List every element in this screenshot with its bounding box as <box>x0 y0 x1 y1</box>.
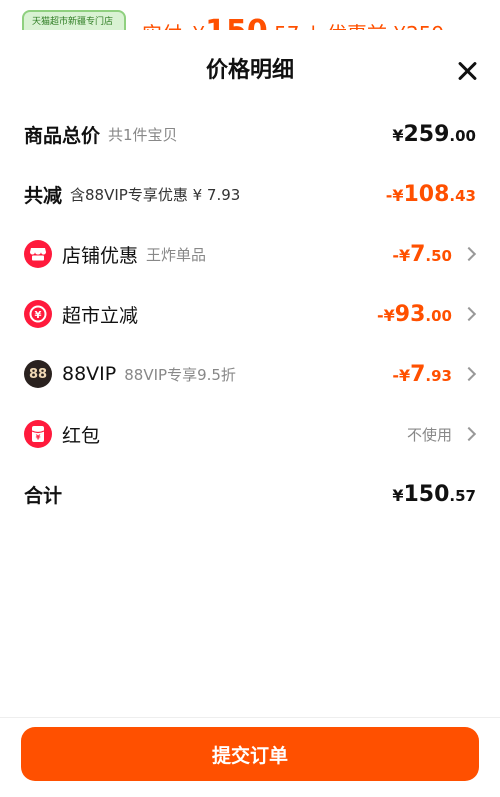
row-88vip[interactable]: 88 88VIP 88VIP专享9.5折 - ¥7.93 <box>24 354 478 394</box>
price-int: 7 <box>410 361 426 387</box>
row-total-goods: 商品总价 共1件宝贝 ¥259.00 <box>24 114 478 154</box>
store-discount-price: - ¥7.50 <box>392 242 452 267</box>
chevron-right-icon <box>461 426 477 442</box>
currency-symbol: ¥ <box>398 245 411 265</box>
price-int: 259 <box>403 121 450 147</box>
minus-sign: - <box>385 185 393 205</box>
submit-order-button[interactable]: 提交订单 <box>21 727 479 781</box>
store-icon <box>24 240 52 268</box>
vip-label: 88VIP <box>62 363 117 385</box>
price-int: 7 <box>410 241 426 267</box>
chevron-right-icon <box>461 246 477 262</box>
row-supermarket-discount[interactable]: ¥ 超市立减 - ¥93.00 <box>24 294 478 334</box>
row-store-discount[interactable]: 店铺优惠 王炸单品 - ¥7.50 <box>24 234 478 274</box>
price-dec: .50 <box>425 246 452 265</box>
supermarket-discount-label: 超市立减 <box>62 304 139 327</box>
svg-text:¥: ¥ <box>35 310 42 321</box>
red-packet-label: 红包 <box>62 424 101 447</box>
price-dec: .00 <box>449 126 476 145</box>
vip-note: 88VIP专享9.5折 <box>124 365 236 384</box>
sheet-title: 价格明细 <box>205 58 294 83</box>
red-packet-icon: ¥ <box>24 420 52 448</box>
currency-symbol: ¥ <box>398 365 411 385</box>
vip-88-icon: 88 <box>24 360 52 388</box>
store-discount-label: 店铺优惠 <box>62 244 139 267</box>
supermarket-icon: ¥ <box>24 300 52 328</box>
footer-divider <box>0 717 500 718</box>
price-int: 150 <box>403 481 450 507</box>
currency-symbol: ¥ <box>392 485 404 505</box>
minus-sign: - <box>377 305 384 325</box>
row-red-packet[interactable]: ¥ 红包 不使用 <box>24 414 478 454</box>
row-sum: 合计 ¥150.57 <box>24 474 478 514</box>
price-int: 93 <box>394 301 426 327</box>
currency-symbol: ¥ <box>383 305 395 325</box>
chevron-right-icon <box>461 306 477 322</box>
price-int: 108 <box>403 181 450 207</box>
vip-price: - ¥7.93 <box>392 362 452 387</box>
price-dec: .43 <box>449 186 476 205</box>
close-button[interactable] <box>454 58 480 84</box>
chevron-right-icon <box>461 366 477 382</box>
total-goods-count: 共1件宝贝 <box>108 125 178 144</box>
sum-label: 合计 <box>24 484 63 507</box>
minus-sign: - <box>392 245 399 265</box>
price-detail-sheet: 价格明细 商品总价 共1件宝贝 ¥259.00 共减 含88VIP专享优惠 ¥ … <box>0 30 500 797</box>
total-goods-label: 商品总价 <box>24 124 101 147</box>
currency-symbol: ¥ <box>392 125 404 145</box>
red-packet-value: 不使用 <box>406 425 452 444</box>
vip-88-icon-text: 88 <box>28 366 48 382</box>
currency-symbol: ¥ <box>392 185 404 205</box>
price-dec: .57 <box>449 486 476 505</box>
price-dec: .93 <box>425 366 452 385</box>
supermarket-discount-price: - ¥93.00 <box>377 302 452 327</box>
total-reduce-label: 共减 <box>24 184 63 207</box>
thumbnail-label: 天猫超市新疆专门店 <box>32 17 114 27</box>
store-discount-note: 王炸单品 <box>146 245 207 264</box>
minus-sign: - <box>392 365 399 385</box>
price-dec: .00 <box>425 306 452 325</box>
total-reduce-note: 含88VIP专享优惠 ¥ 7.93 <box>70 185 241 204</box>
row-total-reduce: 共减 含88VIP专享优惠 ¥ 7.93 - ¥108.43 <box>24 174 478 214</box>
sum-price: ¥150.57 <box>392 482 476 507</box>
svg-text:¥: ¥ <box>36 434 41 442</box>
total-goods-price: ¥259.00 <box>392 122 476 147</box>
total-reduce-price: - ¥108.43 <box>386 182 476 207</box>
